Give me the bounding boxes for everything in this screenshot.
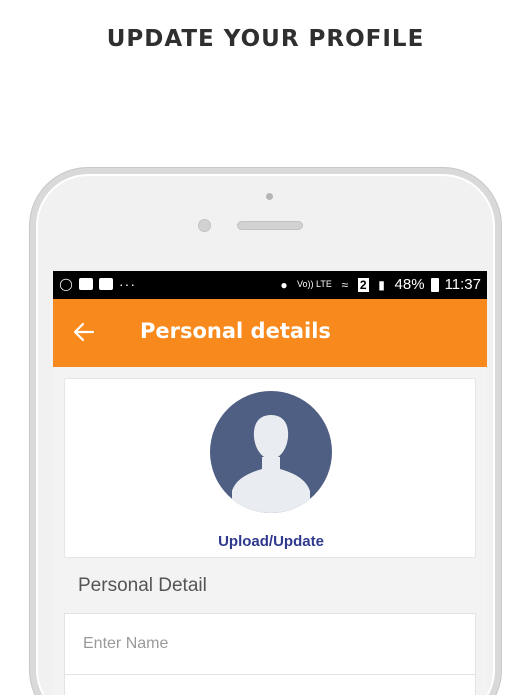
battery-icon — [430, 277, 439, 292]
phone-screen: ◯ ··· ● Vo)) LTE ≈ 2 ▮ 48% 11:37 Persona… — [53, 271, 487, 695]
wifi-icon: ≈ — [341, 277, 349, 292]
sim-indicator: 2 — [357, 277, 369, 292]
headline: UPDATE YOUR PROFILE — [106, 26, 425, 52]
app-bar: Personal details — [53, 299, 487, 367]
alarm-icon: ● — [280, 277, 288, 292]
section-heading: Personal Detail — [78, 575, 207, 596]
whatsapp-icon: ◯ — [59, 277, 73, 291]
next-field[interactable] — [64, 675, 476, 695]
avatar-placeholder-icon[interactable] — [210, 391, 332, 513]
back-arrow-icon[interactable] — [73, 315, 103, 349]
more-notifications-icon: ··· — [119, 276, 136, 292]
upload-photo-link[interactable]: Upload/Update — [65, 533, 477, 550]
status-bar: ◯ ··· ● Vo)) LTE ≈ 2 ▮ 48% 11:37 — [53, 271, 487, 299]
profile-photo-card: Upload/Update — [64, 378, 476, 558]
phone-camera — [198, 219, 211, 232]
phone-speaker — [237, 221, 303, 230]
volte-indicator: Vo)) LTE — [296, 279, 332, 289]
page-title: Personal details — [140, 319, 331, 343]
signal-icon: ▮ — [378, 277, 385, 292]
battery-percent: 48% — [394, 276, 425, 293]
phone-sensor — [266, 193, 273, 200]
clock: 11:37 — [444, 276, 481, 293]
name-input[interactable] — [64, 613, 476, 675]
gallery-icon — [99, 278, 113, 290]
gmail-icon — [79, 278, 93, 290]
